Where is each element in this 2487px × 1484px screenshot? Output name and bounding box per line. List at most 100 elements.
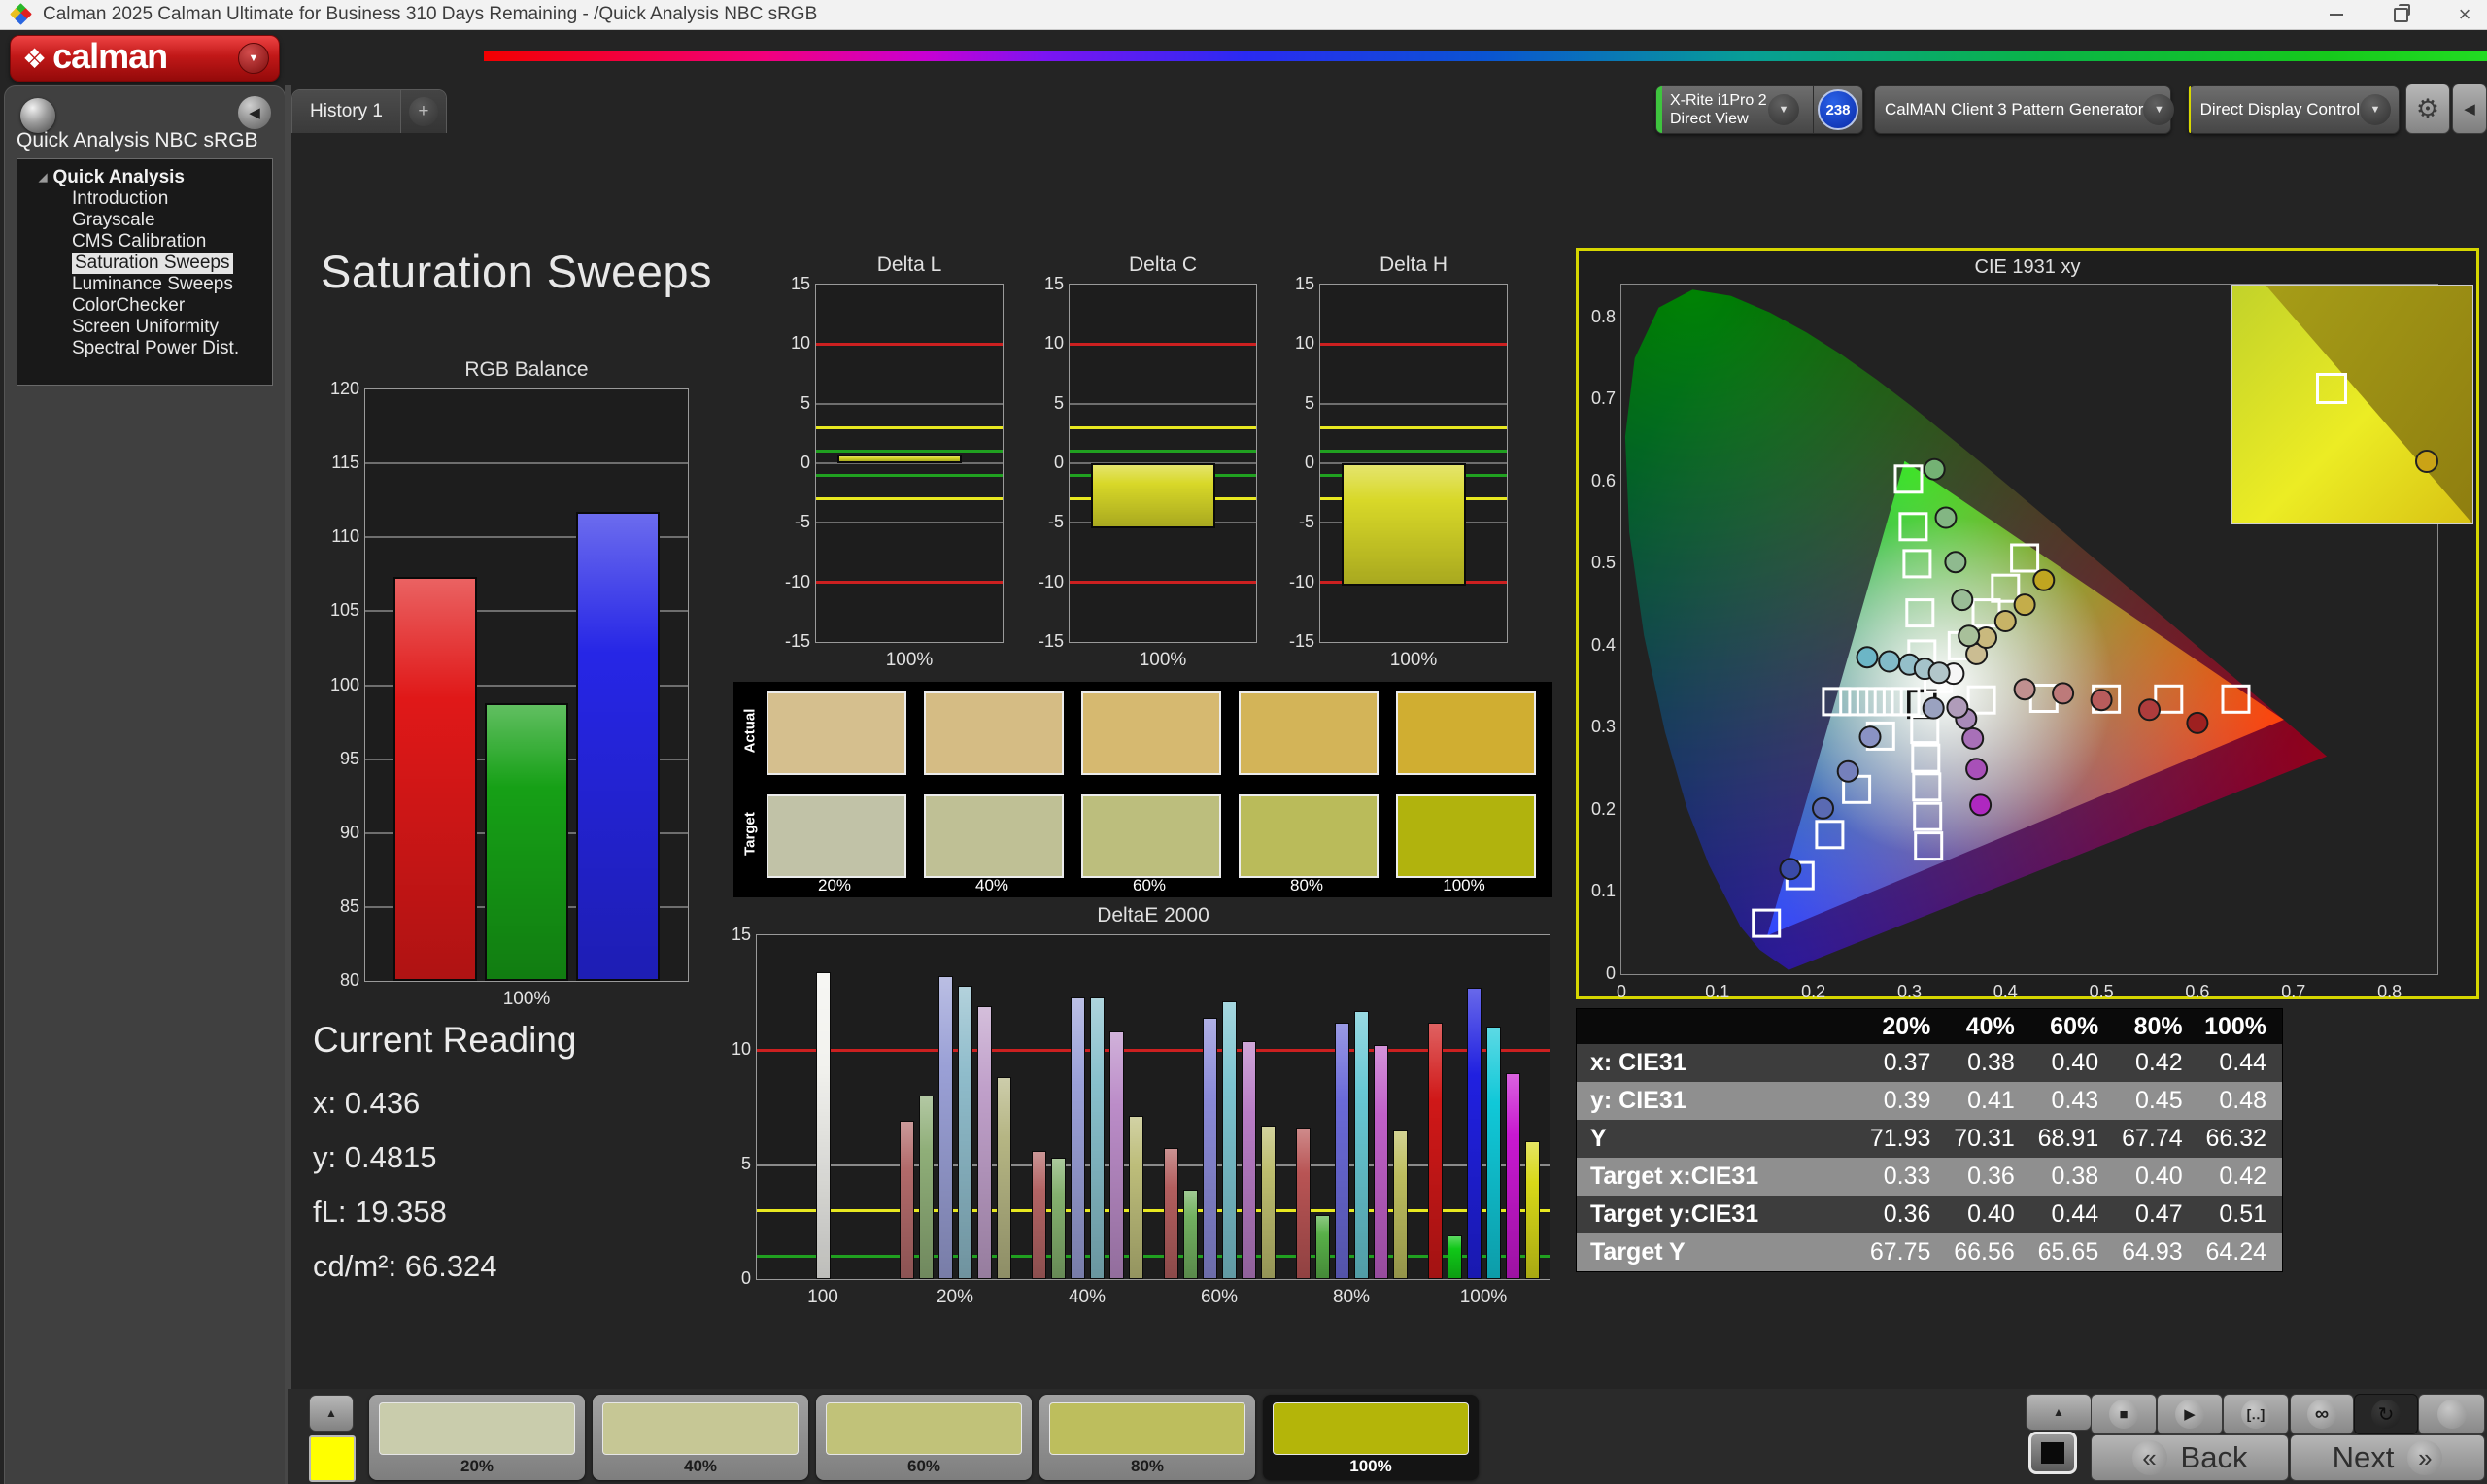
x-axis-label: 100% [1389, 650, 1438, 670]
meter-reading-badge[interactable]: 238 [1818, 89, 1858, 130]
deltae-bar [1373, 1045, 1388, 1279]
display-control-dropdown[interactable]: Direct Display Control ▼ [2188, 85, 2400, 134]
active-pattern-color-chip [309, 1435, 356, 1482]
delta-l-bar [837, 455, 962, 463]
reference-line [1070, 581, 1256, 585]
sidebar-item-spectral-power-dist[interactable]: Spectral Power Dist. [72, 338, 272, 359]
pattern-card-label: 100% [1349, 1457, 1392, 1475]
cie-x-tick-label: 0.1 [1705, 982, 1730, 1001]
add-tab-button[interactable]: + [399, 90, 446, 133]
sidebar-item-screen-uniformity[interactable]: Screen Uniformity [72, 317, 272, 338]
pattern-card-20[interactable]: 20% [369, 1395, 585, 1480]
back-button[interactable]: « Back [2091, 1434, 2289, 1481]
actual-swatch-20% [767, 691, 906, 775]
y-axis-tick-label: 0 [1304, 453, 1314, 472]
range-button[interactable]: [‥] [2223, 1394, 2289, 1434]
actual-swatch-40% [924, 691, 1064, 775]
pattern-card-100[interactable]: 100% [1263, 1395, 1479, 1480]
app-window: Calman 2025 Calman Ultimate for Business… [0, 0, 2487, 1484]
workflow-title: Quick Analysis NBC sRGB [17, 129, 258, 152]
results-cell-value: 0.40 [2134, 1163, 2183, 1190]
cie-y-tick-label: 0 [1605, 963, 1616, 983]
delta-h-chart: Delta H 15 10 5 0 -5 -10 -15 100% [1289, 253, 1508, 670]
loop-button[interactable]: ∞ [2290, 1394, 2354, 1434]
saturation-swatch-grid: Actual Target 20% 40% 60% 80% 100% [733, 682, 1552, 897]
target-swatch-40% [924, 794, 1064, 878]
cie-y-tick-label: 0.3 [1590, 717, 1616, 737]
results-cell-value: 0.36 [1967, 1163, 2015, 1190]
close-button[interactable]: × [2435, 0, 2487, 29]
pattern-card-40[interactable]: 40% [593, 1395, 808, 1480]
tree-root[interactable]: ◢ Quick Analysis [39, 167, 272, 188]
meter-dropdown[interactable]: X-Rite i1Pro 2 Direct View ▼ 238 [1655, 85, 1863, 134]
y-axis-tick-label: 15 [790, 274, 810, 293]
sidebar-item-luminance-sweeps[interactable]: Luminance Sweeps [72, 274, 272, 295]
results-table-header: 20% 40% 60% 80% 100% [1577, 1009, 2282, 1044]
stop-button[interactable]: ■ [2091, 1394, 2157, 1434]
x-axis-group-label: 60% [1200, 1287, 1239, 1307]
results-cell-value: 0.38 [2051, 1163, 2099, 1190]
cie-measured-point [2138, 698, 2161, 722]
blank-transport-button[interactable] [2418, 1394, 2485, 1434]
y-axis-tick-label: -15 [1288, 631, 1314, 651]
cie-measured-point [2090, 689, 2113, 712]
minimize-icon [2330, 14, 2343, 16]
delta-c-bar [1091, 463, 1215, 529]
pattern-panel-expand-button[interactable]: ▲ [309, 1395, 354, 1432]
pattern-card-80[interactable]: 80% [1039, 1395, 1255, 1480]
pattern-card-label: 60% [906, 1457, 941, 1475]
tab-history-1[interactable]: History 1 [292, 90, 400, 133]
cie-measured-point [1812, 796, 1834, 820]
next-label: Next [2332, 1440, 2395, 1474]
y-axis-tick-label: 10 [731, 1039, 751, 1059]
deltae-bar [1466, 988, 1482, 1279]
sidebar-item-grayscale[interactable]: Grayscale [72, 210, 272, 231]
deltae-bar [1182, 1189, 1198, 1279]
chart-title: RGB Balance [464, 358, 589, 381]
cie-y-tick-label: 0.2 [1590, 798, 1616, 819]
play-button[interactable]: ▶ [2157, 1394, 2223, 1434]
deltae-2000-chart: DeltaE 2000 15 10 5 0 100 20% 40% 60% 80% 100% [732, 904, 1550, 1307]
target-swatch-20% [767, 794, 906, 878]
cie-y-tick-label: 0.5 [1590, 553, 1616, 573]
pattern-window-button[interactable] [2028, 1432, 2087, 1480]
reference-line [1070, 342, 1256, 346]
reference-line [816, 450, 1003, 454]
sidebar-item-cms-calibration[interactable]: CMS Calibration [72, 231, 272, 253]
current-reading-line: y: 0.4815 [313, 1140, 437, 1174]
y-axis-tick-label: 15 [731, 925, 751, 944]
calman-logo-text: calman [52, 36, 168, 76]
results-cell-value: 0.40 [2051, 1049, 2099, 1076]
reference-line [1320, 342, 1507, 346]
toolbar-collapse-button[interactable]: ◀ [2452, 84, 2487, 134]
deltae-bar [1221, 1001, 1237, 1279]
settings-button[interactable]: ⚙ [2405, 84, 2450, 134]
pattern-card-60[interactable]: 60% [816, 1395, 1032, 1480]
pattern-generator-dropdown[interactable]: CalMAN Client 3 Pattern Generator ▼ [1874, 85, 2175, 134]
meter-divider [1813, 86, 1814, 133]
cie-x-tick-label: 0.5 [2089, 982, 2114, 1001]
refresh-button[interactable]: ↻ [2354, 1394, 2418, 1434]
transport-expand-button[interactable]: ▲ [2026, 1394, 2092, 1431]
gridline [816, 402, 1003, 405]
calman-menu-button[interactable]: ❖ calman ▼ [10, 35, 280, 82]
plus-icon: + [408, 97, 438, 126]
restore-button[interactable] [2370, 0, 2431, 29]
cie-measured-point [1856, 646, 1879, 669]
rgb-balance-chart: RGB Balance 120 115 110 105 100 95 90 85 80 100% [330, 358, 689, 1009]
sidebar-item-saturation-sweeps[interactable]: Saturation Sweeps [72, 253, 233, 274]
deltae-bar [1241, 1040, 1256, 1279]
minimize-button[interactable] [2306, 0, 2367, 29]
results-cell-value: 0.45 [2134, 1087, 2183, 1114]
next-button[interactable]: Next » [2290, 1434, 2485, 1481]
sidebar-collapse-button[interactable]: ◀ [238, 96, 271, 129]
deltae-bar [1089, 996, 1105, 1279]
deltae-bar [1485, 1027, 1501, 1279]
sidebar-item-colorchecker[interactable]: ColorChecker [72, 295, 272, 317]
deltae-bar [937, 976, 953, 1279]
cie-1931-panel: CIE 1931 xy 0 0.1 0.2 0.3 0.4 0.5 0.6 0.7 0.8 0 0.… [1576, 248, 2479, 1001]
y-axis-tick-label: 0 [1053, 453, 1064, 472]
sidebar-orb-icon[interactable] [20, 98, 55, 133]
chart-title: Delta H [1379, 253, 1448, 276]
sidebar-item-introduction[interactable]: Introduction [72, 188, 272, 210]
